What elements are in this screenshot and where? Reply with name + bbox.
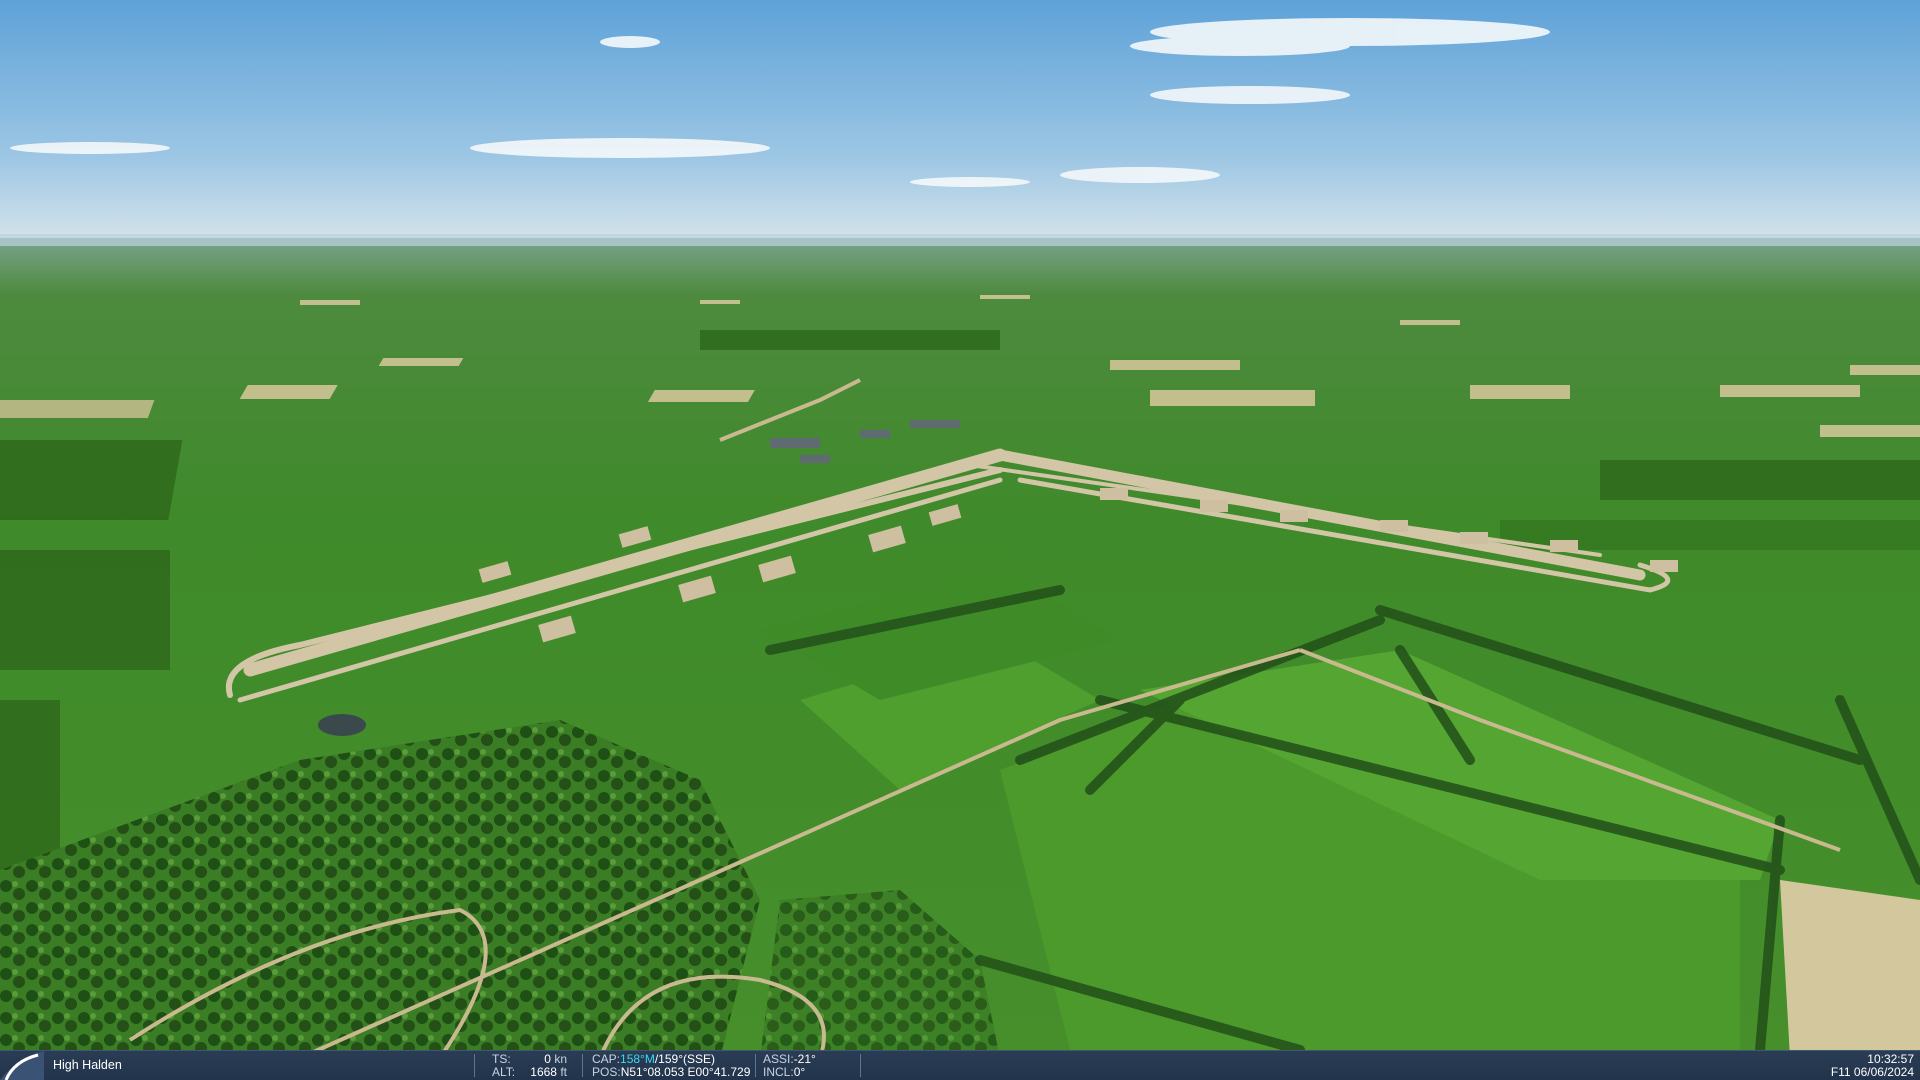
location-name: High Halden bbox=[53, 1058, 122, 1072]
alt-unit: ft bbox=[560, 1065, 567, 1079]
ts-value: 0 bbox=[544, 1052, 551, 1066]
status-bar: High Halden TS: ALT: 0 kn 1668 ft CAP:15… bbox=[0, 1050, 1920, 1080]
cap-label: CAP: bbox=[592, 1052, 621, 1066]
clock-date: F11 06/06/2024 bbox=[1830, 1065, 1914, 1079]
attitude-block: ASSI:-21° INCL:0° bbox=[763, 1053, 816, 1079]
assi-value: -21° bbox=[793, 1052, 816, 1066]
logo-icon bbox=[0, 1051, 44, 1080]
incl-value: 0° bbox=[793, 1065, 806, 1079]
hangar bbox=[318, 714, 366, 736]
assi-label: ASSI: bbox=[763, 1052, 794, 1066]
sky bbox=[0, 0, 1920, 240]
aerial-scene bbox=[0, 0, 1920, 1060]
speed-altitude-block: TS: ALT: 0 kn 1668 ft bbox=[492, 1053, 568, 1079]
clock-block: 10:32:57 F11 06/06/2024 bbox=[1831, 1053, 1914, 1079]
ts-unit: kn bbox=[554, 1052, 567, 1066]
alt-value: 1668 bbox=[530, 1065, 557, 1079]
incl-label: INCL: bbox=[763, 1065, 794, 1079]
cap-magnetic: 158°M bbox=[620, 1052, 655, 1066]
heading-position-block: CAP:158°M/159°(SSE) POS:N51°08.053 E00°4… bbox=[592, 1053, 750, 1079]
pos-value: N51°08.053 E00°41.729 bbox=[620, 1065, 751, 1079]
pos-label: POS: bbox=[592, 1065, 621, 1079]
cap-true: /159°(SSE) bbox=[654, 1052, 716, 1066]
